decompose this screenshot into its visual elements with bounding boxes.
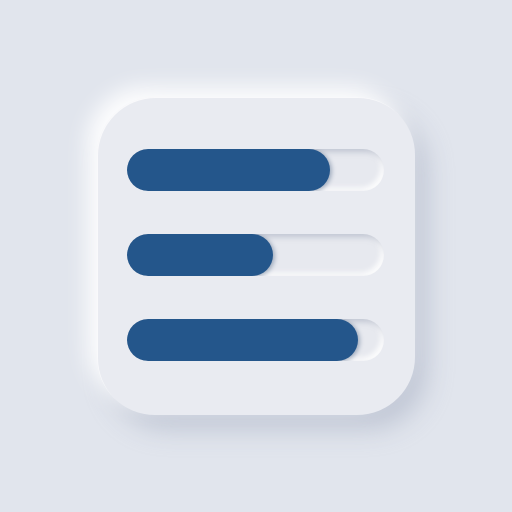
- slider-track-3[interactable]: [127, 319, 384, 361]
- slider-fill-2: [127, 234, 273, 276]
- slider-track-2[interactable]: [127, 234, 384, 276]
- slider-fill-3: [127, 319, 358, 361]
- slider-track-1[interactable]: [127, 149, 384, 191]
- equalizer-sliders-icon: [97, 97, 415, 415]
- slider-fill-1: [127, 149, 330, 191]
